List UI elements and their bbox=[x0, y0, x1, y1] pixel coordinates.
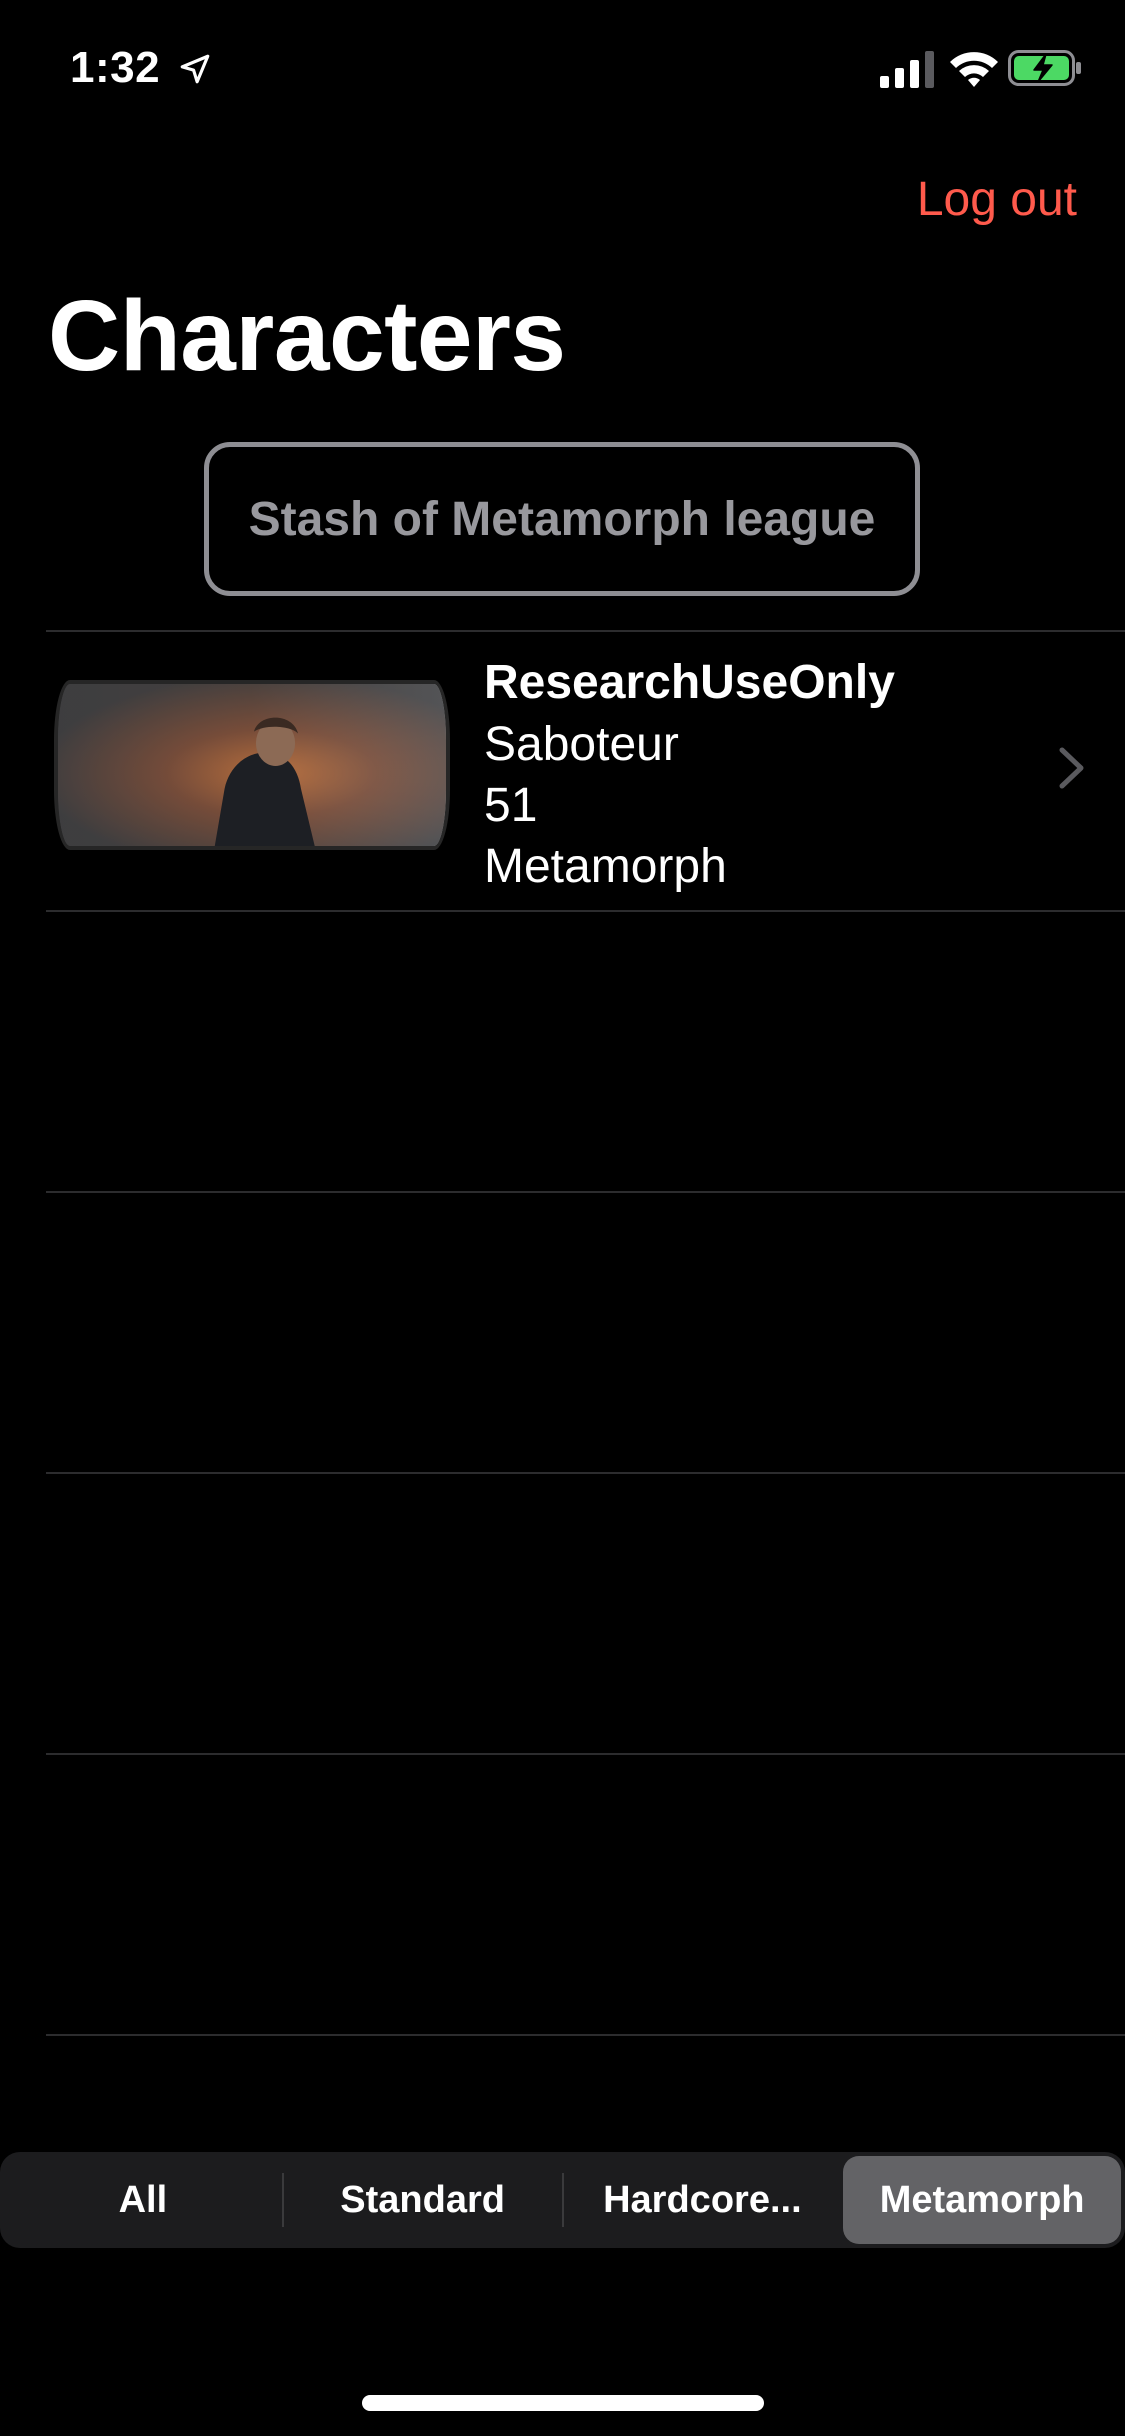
segment-all[interactable]: All bbox=[4, 2156, 282, 2244]
character-level: 51 bbox=[484, 779, 538, 832]
segment-label: Hardcore... bbox=[603, 2178, 802, 2221]
character-row[interactable]: ResearchUseOnly Saboteur 51 Metamorph bbox=[0, 632, 1125, 910]
stash-button-label: Stash of Metamorph league bbox=[248, 492, 876, 546]
wifi-icon bbox=[950, 52, 998, 87]
character-class: Saboteur bbox=[484, 718, 679, 771]
cellular-signal-icon bbox=[880, 51, 934, 88]
list-separator bbox=[46, 2034, 1125, 2036]
segment-standard[interactable]: Standard bbox=[284, 2156, 562, 2244]
home-indicator[interactable] bbox=[362, 2395, 764, 2411]
list-separator bbox=[46, 1191, 1125, 1193]
segment-label: Metamorph bbox=[879, 2178, 1085, 2221]
character-details: ResearchUseOnly Saboteur 51 Metamorph bbox=[484, 652, 895, 897]
segment-label: All bbox=[118, 2178, 168, 2221]
segment-hardcore[interactable]: Hardcore... bbox=[564, 2156, 842, 2244]
logout-button[interactable]: Log out bbox=[917, 166, 1077, 234]
list-separator bbox=[46, 1753, 1125, 1755]
list-separator bbox=[46, 910, 1125, 912]
location-arrow-icon bbox=[180, 54, 210, 84]
stash-button[interactable]: Stash of Metamorph league bbox=[204, 442, 920, 596]
character-name: ResearchUseOnly bbox=[484, 656, 895, 709]
segment-label: Standard bbox=[340, 2178, 505, 2221]
page-title: Characters bbox=[48, 280, 566, 392]
character-league: Metamorph bbox=[484, 840, 727, 893]
character-portrait bbox=[54, 680, 450, 850]
list-separator bbox=[46, 1472, 1125, 1474]
league-segmented-control: All Standard Hardcore... Metamorph bbox=[0, 2152, 1125, 2248]
characters-screen: 1:32 Log out Characters Stash of Metamor… bbox=[0, 0, 1125, 2436]
status-time: 1:32 bbox=[70, 43, 161, 92]
segment-metamorph[interactable]: Metamorph bbox=[843, 2156, 1121, 2244]
status-bar: 1:32 bbox=[0, 0, 1125, 132]
battery-charging-icon bbox=[1008, 50, 1081, 86]
chevron-right-icon bbox=[1059, 747, 1084, 789]
